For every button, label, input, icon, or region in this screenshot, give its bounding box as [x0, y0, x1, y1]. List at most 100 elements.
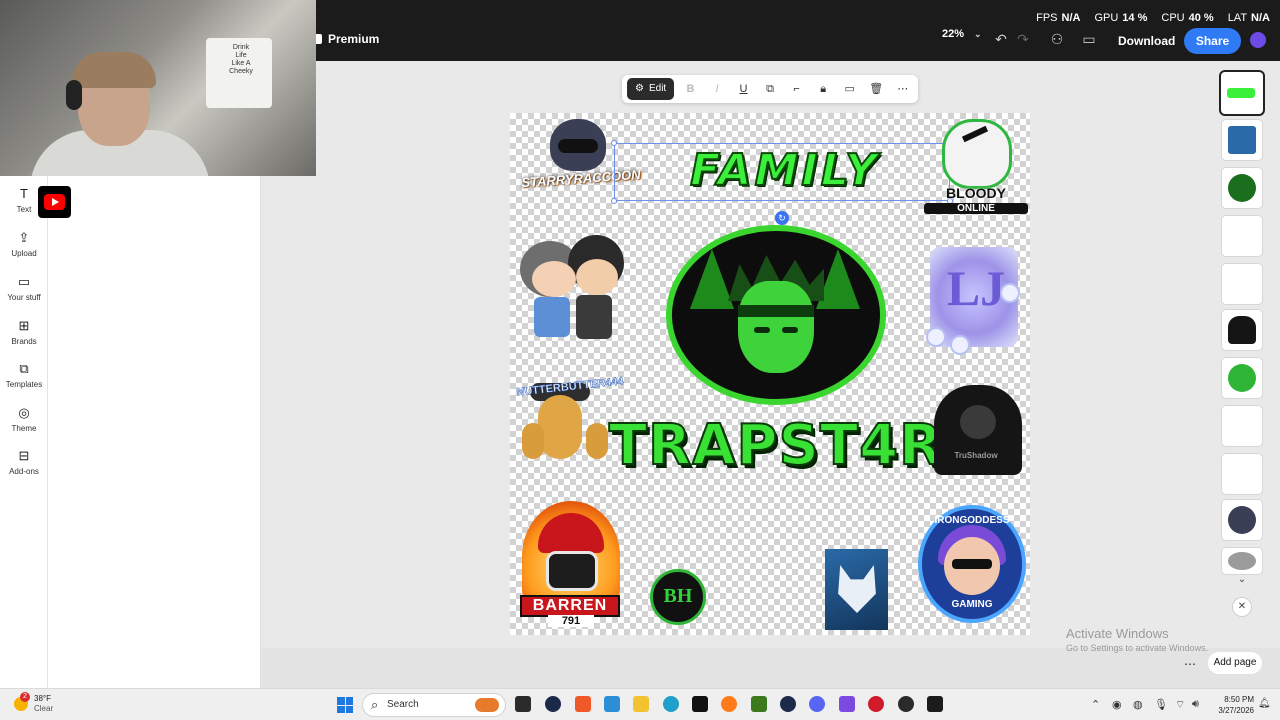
file-explorer-icon[interactable] [633, 696, 649, 712]
resize-handle[interactable] [611, 198, 617, 204]
perf-cpu: CPU 40 % [1161, 12, 1214, 24]
page-thumbnail-5[interactable] [1222, 264, 1262, 304]
add-page-button[interactable]: Add page [1208, 652, 1262, 674]
edit-button[interactable]: ⚙ Edit [627, 78, 675, 100]
activate-windows-watermark: Activate Windows Go to Settings to activ… [1066, 626, 1209, 653]
weather-widget[interactable]: 2 38°F Clear [14, 692, 53, 714]
page-thumbnail-4[interactable] [1222, 216, 1262, 256]
page-thumbnail-3[interactable] [1222, 168, 1262, 208]
steam-icon[interactable] [545, 696, 561, 712]
underline-icon[interactable]: U [733, 79, 754, 99]
volume-icon[interactable]: 🔊︎ [1192, 698, 1199, 711]
canvas-footer [262, 648, 1280, 688]
design-canvas[interactable]: STARRYRACCOON FAMILY ↻ BLOODY RIVALS ONL… [510, 113, 1030, 635]
lock-icon[interactable]: 🔒︎ [813, 79, 834, 99]
comment-icon[interactable]: ▭ [1078, 28, 1100, 50]
notification-icon[interactable]: 🔔︎ [1258, 698, 1271, 710]
brave-icon[interactable] [575, 696, 591, 712]
rail-item-templates[interactable]: ⧉ Templates [0, 361, 48, 389]
undo-icon[interactable]: ↶ [990, 28, 1012, 50]
system-clock[interactable]: 8:50 PM 3/27/2026 [1214, 694, 1254, 716]
firefox-icon[interactable] [721, 696, 737, 712]
ninja-eye [754, 327, 770, 333]
italic-icon[interactable]: I [707, 79, 728, 99]
ninja-eye [782, 327, 798, 333]
microphone-icon[interactable]: 🎙︎ [1154, 698, 1168, 711]
zoom-control[interactable]: 22% ⌄ [942, 28, 982, 40]
rotate-icon[interactable]: ↻ [775, 211, 789, 225]
selection-box[interactable] [614, 143, 950, 201]
comment-icon[interactable]: ▭ [839, 79, 860, 99]
person-hair [72, 52, 156, 88]
windows-start-icon[interactable] [337, 697, 353, 713]
adobe-express-icon[interactable] [927, 696, 943, 712]
wifi-icon[interactable]: ⌔ [1175, 698, 1185, 712]
chevron-up-icon[interactable]: ⌃ [1091, 698, 1100, 711]
brand-icon: ⊞ [18, 318, 30, 333]
raccoon-mask [558, 139, 598, 153]
page-thumbnail-7[interactable] [1222, 358, 1262, 398]
taskbar: 2 38°F Clear Search ⌃ ◉ ◍ 🎙︎ ⌔ 🔊︎ 8:50 P… [0, 688, 1280, 720]
addons-icon: ⊟ [18, 448, 30, 463]
notepad-icon[interactable] [604, 696, 620, 712]
rail-item-upload[interactable]: ⇪ Upload [0, 230, 48, 258]
close-icon[interactable]: ✕ [1233, 598, 1251, 616]
discord-icon[interactable] [809, 696, 825, 712]
chevron-down-icon[interactable]: ⌄ [1232, 574, 1252, 588]
format-painter-icon[interactable]: ⌐ [786, 79, 807, 99]
taskbar-search[interactable]: Search [362, 693, 506, 717]
more-options-icon[interactable]: ⋯ [1180, 654, 1200, 674]
chibi-face [532, 261, 576, 297]
chevron-down-icon: ⌄ [974, 28, 982, 39]
page-thumbnail-2[interactable] [1222, 120, 1262, 160]
irongoddess-logo-subtext: GAMING [951, 599, 993, 610]
trash-icon[interactable]: 🗑︎ [866, 79, 887, 99]
bold-icon[interactable]: B [680, 79, 701, 99]
youtube-icon[interactable] [38, 186, 71, 218]
nvidia-icon[interactable] [751, 696, 767, 712]
gas-mask-shape [546, 551, 598, 591]
edge-icon[interactable] [663, 696, 679, 712]
peanut-mascot-logo[interactable] [538, 395, 582, 459]
perf-gpu: GPU 14 % [1094, 12, 1148, 24]
resize-handle[interactable] [611, 140, 617, 146]
performance-overlay: FPS N/A GPU 14 % CPU 40 % LAT N/A [1036, 12, 1270, 24]
obs-icon[interactable] [780, 696, 796, 712]
download-button[interactable]: Download [1108, 28, 1185, 54]
avatar[interactable] [1250, 32, 1266, 48]
premium-button[interactable]: Premium [312, 32, 379, 46]
page-thumbnail-1[interactable] [1221, 72, 1263, 114]
redo-icon[interactable]: ↷ [1012, 28, 1034, 50]
task-view-icon[interactable] [515, 696, 531, 712]
more-icon[interactable]: ⋯ [892, 79, 913, 99]
trapstar-text[interactable]: TRAPST4R [608, 412, 943, 479]
bh-logo-text: BH [663, 585, 693, 607]
page-thumbnail-6[interactable] [1222, 310, 1262, 350]
share-button[interactable]: Share [1184, 28, 1241, 54]
red-app-icon[interactable] [868, 696, 884, 712]
chibi-face [576, 259, 618, 295]
page-thumbnail-10[interactable] [1222, 500, 1262, 540]
app-grid-icon[interactable] [839, 696, 855, 712]
rail-item-theme[interactable]: ◎ Theme [0, 405, 48, 433]
rail-item-your-stuff[interactable]: ▭ Your stuff [0, 274, 48, 302]
rail-item-add-ons[interactable]: ⊟ Add-ons [0, 448, 48, 476]
perf-lat: LAT N/A [1227, 12, 1270, 24]
hood-logo-text: TruShadow [954, 451, 998, 460]
flower-icon [926, 327, 946, 347]
page-thumbnail-9[interactable] [1222, 454, 1262, 494]
palette-icon: ◎ [18, 405, 30, 420]
network-app-icon[interactable]: ◍ [1133, 698, 1143, 711]
duplicate-icon[interactable]: ⧉ [760, 79, 781, 99]
rail-item-brands[interactable]: ⊞ Brands [0, 318, 48, 346]
tiktok-icon[interactable] [692, 696, 708, 712]
collaborate-icon[interactable]: ⚇ [1046, 28, 1068, 50]
ninja-headband [738, 305, 814, 317]
page-thumbnail-8[interactable] [1222, 406, 1262, 446]
github-icon[interactable] [898, 696, 914, 712]
folder-icon: ▭ [17, 274, 31, 289]
irongoddess-logo-text: IRONGODDESS [934, 515, 1010, 526]
page-thumbnail-11[interactable] [1222, 548, 1262, 574]
tiger-logo-subtext: ONLINE [924, 203, 1028, 214]
steam-tray-icon[interactable]: ◉ [1112, 698, 1122, 711]
